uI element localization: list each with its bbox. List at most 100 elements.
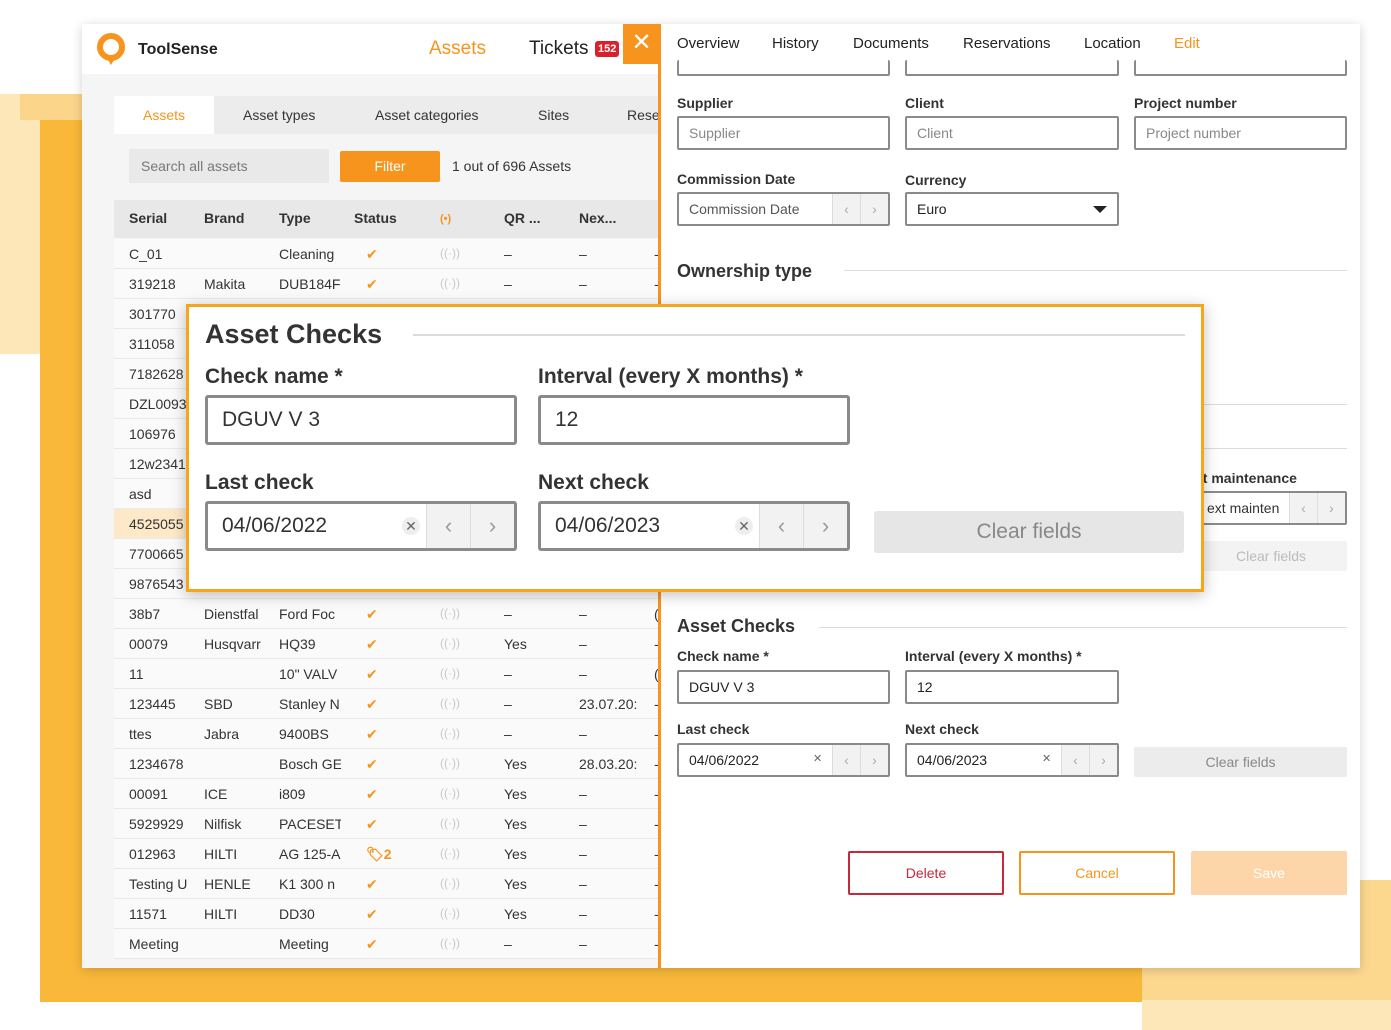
tab-reservations[interactable]: Rese <box>627 96 660 134</box>
cutoff-field[interactable] <box>905 60 1119 76</box>
project-number-label: Project number <box>1134 95 1237 111</box>
chevron-left-icon[interactable]: ‹ <box>832 194 860 224</box>
table-row[interactable]: Testing U HENLE K1 300 n ✔ Yes – - ((·)) <box>114 869 660 899</box>
cell-serial: 311058 <box>129 336 175 352</box>
clear-x-icon[interactable]: ✕ <box>402 517 420 535</box>
chevron-right-icon[interactable]: › <box>1317 493 1345 523</box>
zoom-interval-input[interactable]: 12 <box>538 395 850 445</box>
zoom-check-name-input[interactable]: DGUV V 3 <box>205 395 517 445</box>
cell-next: – <box>579 276 587 292</box>
cell-next: – <box>579 726 587 742</box>
supplier-input[interactable]: Supplier <box>677 116 890 150</box>
clear-fields-button[interactable]: Clear fields <box>1134 747 1347 777</box>
clear-x-icon[interactable]: ✕ <box>735 517 753 535</box>
check-name-input[interactable]: DGUV V 3 <box>677 670 890 704</box>
table-row[interactable]: 11 10" VALV ✔ – –(((·)) <box>114 659 660 689</box>
commission-date-input[interactable]: Commission Date ‹ › <box>677 192 890 226</box>
close-icon[interactable]: ✕ <box>623 24 660 64</box>
cancel-button[interactable]: Cancel <box>1019 851 1175 895</box>
table-row[interactable]: ttes Jabra 9400BS ✔ – – - ((·)) <box>114 719 660 749</box>
zoom-next-check-input[interactable]: 04/06/2023 ✕ ‹ › <box>538 501 850 551</box>
nav-assets[interactable]: Assets <box>429 38 486 60</box>
logo[interactable]: ToolSense <box>96 33 218 67</box>
table-row[interactable]: 00079 Husqvarr HQ39 ✔ Yes – - ((·)) <box>114 629 660 659</box>
last-check-input[interactable]: 04/06/2022 ✕ ‹ › <box>677 743 890 777</box>
signal-off-icon: ((·)) <box>440 876 460 890</box>
delete-button[interactable]: Delete <box>848 851 1004 895</box>
divider <box>844 270 1347 271</box>
table-row[interactable]: 012963 HILTI AG 125-A 🏷2 Yes – - ((·)) <box>114 839 660 869</box>
chevron-right-icon[interactable]: › <box>1089 745 1117 775</box>
table-row[interactable]: C_01 Cleaning ✔ – – - ((·)) <box>114 239 660 269</box>
zoom-next-check-label: Next check <box>538 471 649 494</box>
currency-select[interactable]: Euro <box>905 192 1119 226</box>
zoom-clear-fields-button[interactable]: Clear fields <box>874 511 1184 553</box>
col-signal[interactable]: (•) <box>440 213 451 225</box>
tab-reservations-panel[interactable]: Reservations <box>963 35 1051 52</box>
tickets-badge: 152 <box>595 41 620 57</box>
tab-location[interactable]: Location <box>1084 35 1141 52</box>
tab-edit[interactable]: Edit <box>1174 35 1200 52</box>
cutoff-field[interactable] <box>1134 60 1347 76</box>
table-row[interactable]: 00091 ICE i809 ✔ Yes – - ((·)) <box>114 779 660 809</box>
client-input[interactable]: Client <box>905 116 1119 150</box>
cell-type: Stanley N <box>279 696 340 712</box>
status-checkmark-icon: 🏷2 <box>366 846 392 862</box>
interval-input[interactable]: 12 <box>905 670 1119 704</box>
next-maintenance-input[interactable]: ext mainten ‹ › <box>1195 491 1347 525</box>
divider <box>1201 448 1347 449</box>
chevron-left-icon[interactable]: ‹ <box>832 745 860 775</box>
chevron-right-icon[interactable]: › <box>860 194 888 224</box>
table-row[interactable]: 5929929 Nilfisk PACESET ✔ Yes – - ((·)) <box>114 809 660 839</box>
cutoff-field[interactable] <box>677 60 890 76</box>
table-row[interactable]: 1234678 Bosch GE ✔ Yes 28.03.20: - ((·)) <box>114 749 660 779</box>
tab-history[interactable]: History <box>772 35 819 52</box>
chevron-right-icon[interactable]: › <box>803 504 847 548</box>
divider <box>413 334 1185 336</box>
zoom-check-name-label: Check name * <box>205 365 343 388</box>
chevron-left-icon[interactable]: ‹ <box>759 504 803 548</box>
filter-button[interactable]: Filter <box>340 151 440 182</box>
table-row[interactable]: Meeting Meeting ✔ – – - ((·)) <box>114 929 660 959</box>
chevron-left-icon[interactable]: ‹ <box>426 504 470 548</box>
col-status[interactable]: Status <box>354 210 397 226</box>
table-row[interactable]: 123445 SBD Stanley N ✔ –23.07.20: - ((·)) <box>114 689 660 719</box>
cell-qr: – <box>504 696 512 712</box>
divider <box>1201 404 1347 405</box>
zoom-last-check-input[interactable]: 04/06/2022 ✕ ‹ › <box>205 501 517 551</box>
col-serial[interactable]: Serial <box>129 210 167 226</box>
search-input[interactable]: Search all assets <box>129 149 329 183</box>
table-row[interactable]: 11571 HILTI DD30 ✔ Yes – - ((·)) <box>114 899 660 929</box>
clear-x-icon[interactable]: ✕ <box>1042 745 1051 774</box>
save-button[interactable]: Save <box>1191 851 1347 895</box>
tab-sites[interactable]: Sites <box>538 96 569 134</box>
table-row[interactable]: 319218 Makita DUB184F ✔ – – - ((·)) <box>114 269 660 299</box>
col-brand[interactable]: Brand <box>204 210 244 226</box>
cell-type: AG 125-A <box>279 846 341 862</box>
chevron-right-icon[interactable]: › <box>470 504 514 548</box>
project-number-input[interactable]: Project number <box>1134 116 1347 150</box>
clear-fields-maint-button[interactable]: Clear fields <box>1195 541 1347 571</box>
cell-next: – <box>579 606 587 622</box>
col-qr[interactable]: QR ... <box>504 210 541 226</box>
chevron-right-icon[interactable]: › <box>860 745 888 775</box>
col-next[interactable]: Nex... <box>579 210 616 226</box>
tab-asset-types[interactable]: Asset types <box>243 96 315 134</box>
tab-overview[interactable]: Overview <box>677 35 740 52</box>
cell-brand: HENLE <box>204 876 251 892</box>
chevron-left-icon[interactable]: ‹ <box>1061 745 1089 775</box>
zoom-asset-checks-title: Asset Checks <box>205 319 383 349</box>
col-type[interactable]: Type <box>279 210 311 226</box>
clear-x-icon[interactable]: ✕ <box>813 745 822 774</box>
next-check-input[interactable]: 04/06/2023 ✕ ‹ › <box>905 743 1119 777</box>
tab-assets[interactable]: Assets <box>114 96 214 134</box>
status-checkmark-icon: ✔ <box>366 906 378 922</box>
chevron-left-icon[interactable]: ‹ <box>1289 493 1317 523</box>
cell-serial: 00091 <box>129 786 168 802</box>
cell-serial: Meeting <box>129 936 179 952</box>
tab-asset-categories[interactable]: Asset categories <box>375 96 479 134</box>
table-row[interactable]: 38b7 Dienstfal Ford Foc ✔ – –(((·)) <box>114 599 660 629</box>
tab-documents[interactable]: Documents <box>853 35 929 52</box>
cell-serial: ttes <box>129 726 152 742</box>
nav-tickets[interactable]: Tickets <box>529 38 588 60</box>
